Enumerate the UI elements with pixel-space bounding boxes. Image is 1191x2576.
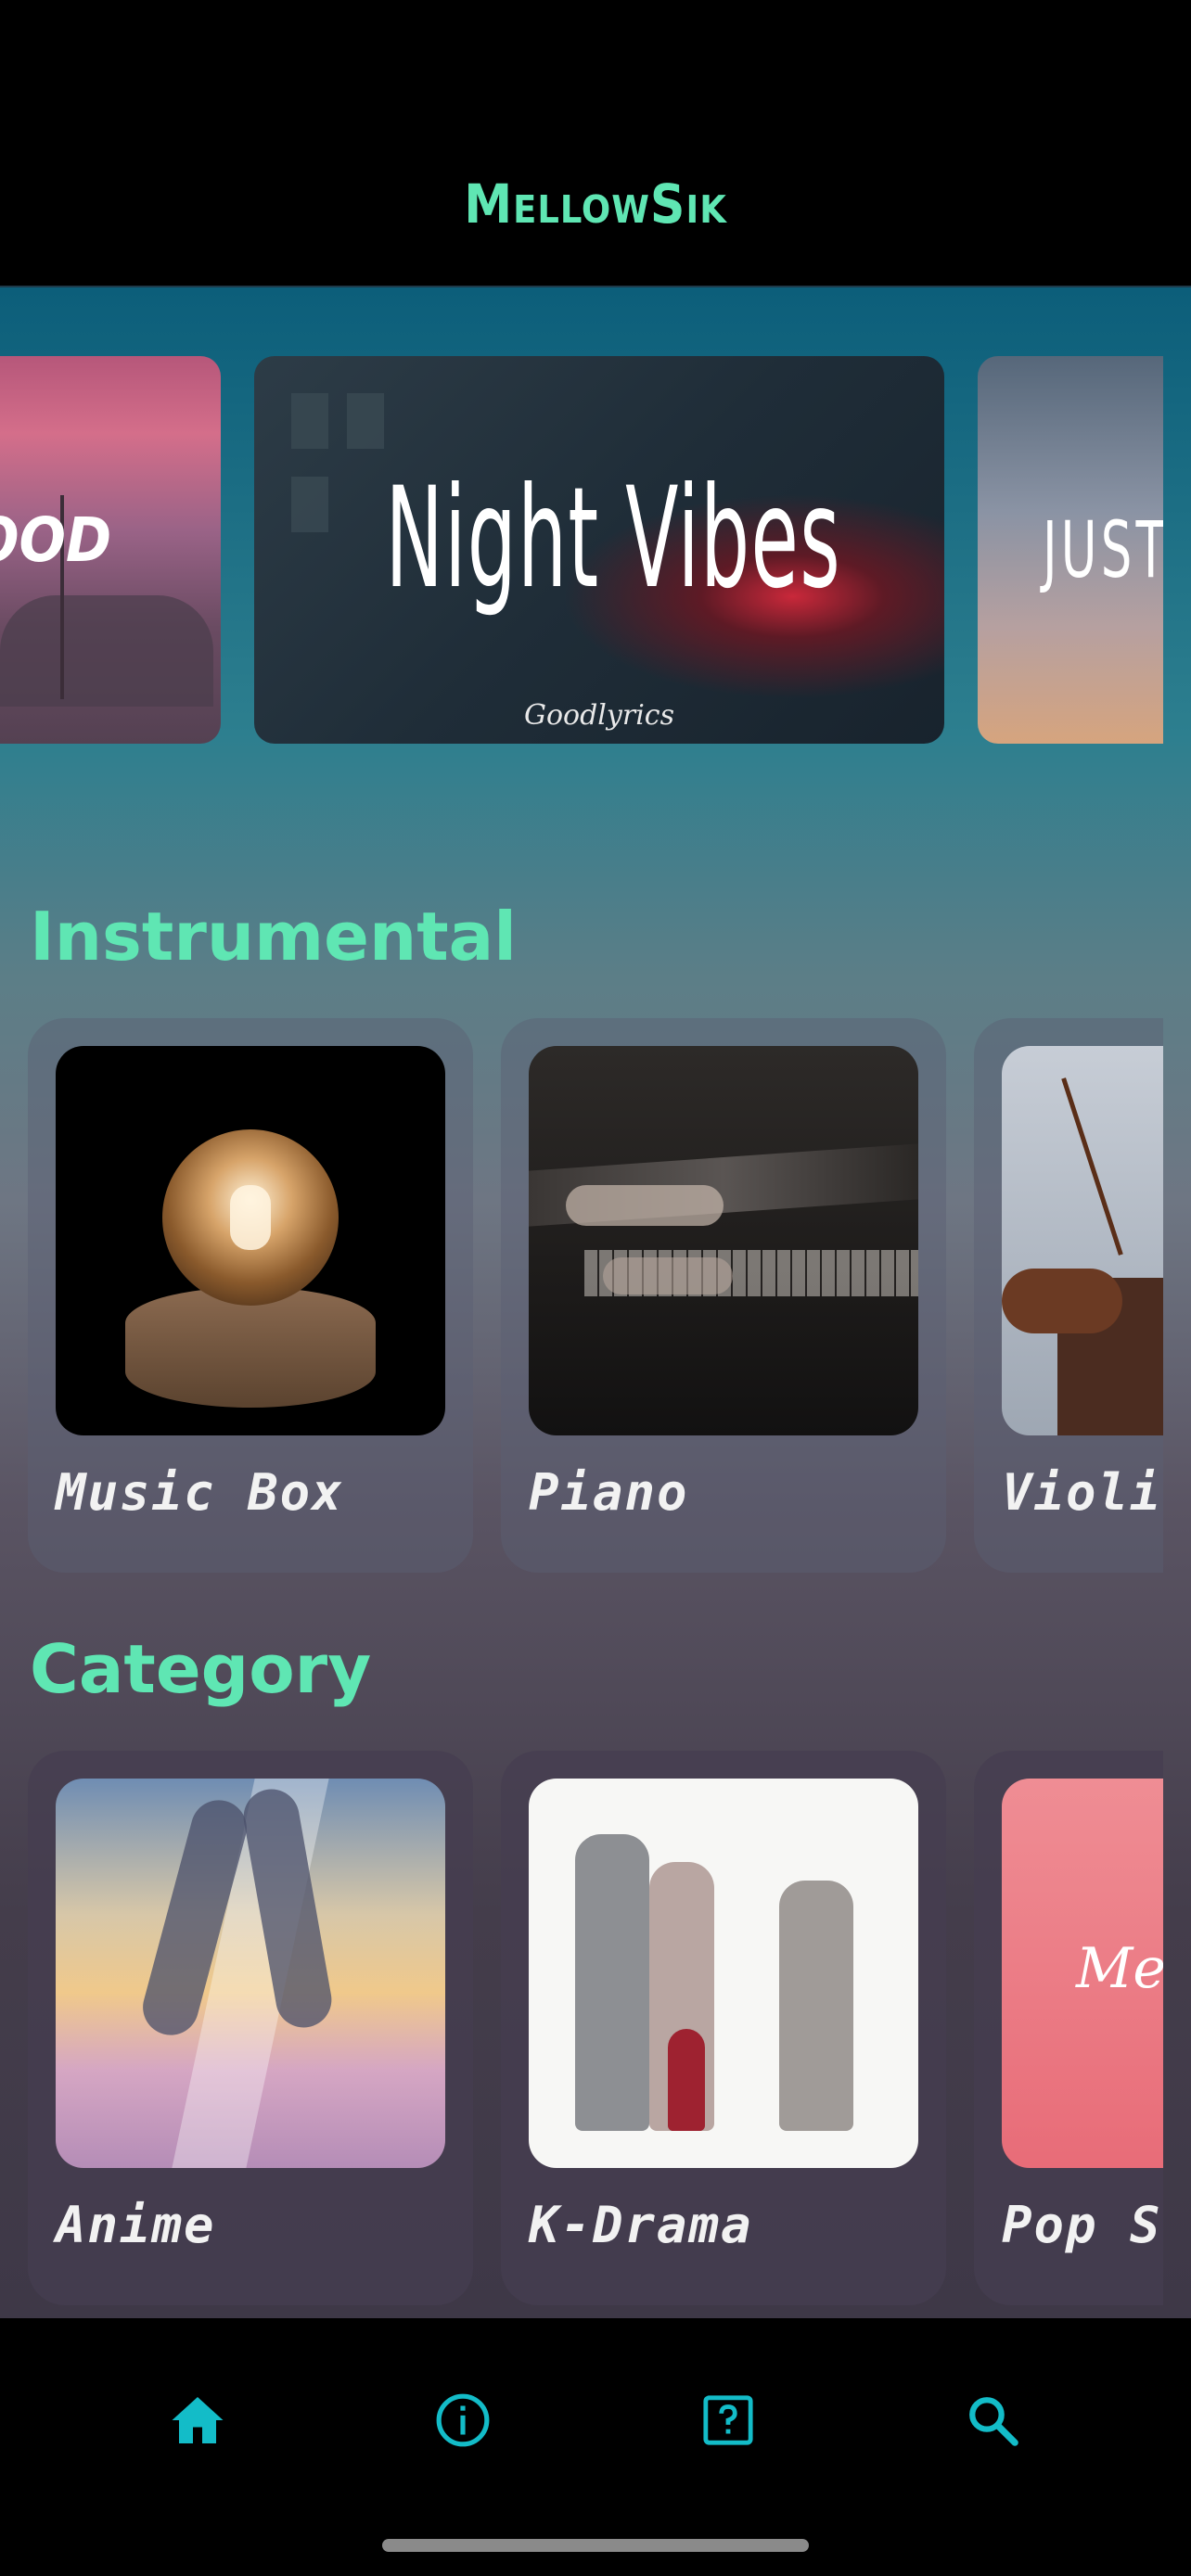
window-shape — [347, 393, 384, 449]
person-figure — [779, 1881, 853, 2131]
card-label: Pop Songs — [1002, 2196, 1163, 2254]
k-drama-image — [529, 1779, 918, 2168]
card-k-drama[interactable]: K-Drama — [501, 1751, 946, 2305]
window-shape — [291, 477, 328, 532]
card-label: Music Box — [56, 1463, 344, 1522]
card-label: K-Drama — [529, 2196, 753, 2254]
violin-image — [1002, 1046, 1163, 1435]
help-icon — [703, 2395, 753, 2445]
banner-just[interactable]: JUST — [978, 356, 1163, 744]
tab-help[interactable] — [663, 2355, 793, 2485]
pop-songs-image: Me — [1002, 1779, 1163, 2168]
card-music-box[interactable]: Music Box — [28, 1018, 473, 1573]
featured-carousel[interactable]: OOD Night Vibes Goodlyrics JUST — [0, 356, 1163, 744]
tab-search[interactable] — [928, 2355, 1057, 2485]
card-label: Anime — [56, 2196, 216, 2254]
instrumental-row[interactable]: Music Box Piano Violin — [0, 1018, 1163, 1575]
app-title: MellowSik — [464, 172, 727, 236]
astronaut-figure — [230, 1185, 271, 1250]
banner-night-vibes-title: Night Vibes — [385, 458, 841, 619]
search-icon — [969, 2397, 1018, 2446]
music-box-image — [56, 1046, 445, 1435]
red-trousers — [668, 2029, 705, 2131]
person-figure — [575, 1834, 649, 2131]
building-shape — [0, 595, 213, 707]
section-title-instrumental: Instrumental — [30, 898, 517, 976]
home-icon — [172, 2397, 224, 2443]
window-shape — [291, 393, 328, 449]
banner-night-vibes-subtitle: Goodlyrics — [524, 699, 674, 732]
violin-bow — [1061, 1078, 1123, 1256]
tab-home[interactable] — [133, 2355, 263, 2485]
card-pop-songs[interactable]: Me Pop Songs — [974, 1751, 1163, 2305]
violin-body — [1002, 1269, 1122, 1333]
banner-good[interactable]: OOD — [0, 356, 221, 744]
section-title-category: Category — [30, 1630, 372, 1708]
app-header: MellowSik — [0, 0, 1191, 287]
category-row[interactable]: Anime K-Drama Me Pop Songs — [0, 1751, 1163, 2307]
card-anime[interactable]: Anime — [28, 1751, 473, 2305]
card-label: Piano — [529, 1463, 689, 1522]
hand-shape — [603, 1257, 733, 1294]
pop-image-text: Me — [1076, 1936, 1163, 2001]
card-violin[interactable]: Violin — [974, 1018, 1163, 1573]
piano-image — [529, 1046, 918, 1435]
banner-just-text: JUST — [1043, 504, 1163, 595]
hand-shape — [566, 1185, 724, 1226]
card-label: Violin — [1002, 1463, 1163, 1522]
home-content[interactable]: OOD Night Vibes Goodlyrics JUST Instrume… — [0, 287, 1191, 2318]
info-icon — [436, 2393, 490, 2447]
anime-image — [56, 1779, 445, 2168]
banner-night-vibes[interactable]: Night Vibes Goodlyrics — [254, 356, 944, 744]
card-piano[interactable]: Piano — [501, 1018, 946, 1573]
bottom-tab-bar — [0, 2318, 1191, 2576]
tab-info[interactable] — [398, 2355, 528, 2485]
banner-good-text: OOD — [0, 504, 112, 576]
home-indicator[interactable] — [382, 2539, 809, 2552]
